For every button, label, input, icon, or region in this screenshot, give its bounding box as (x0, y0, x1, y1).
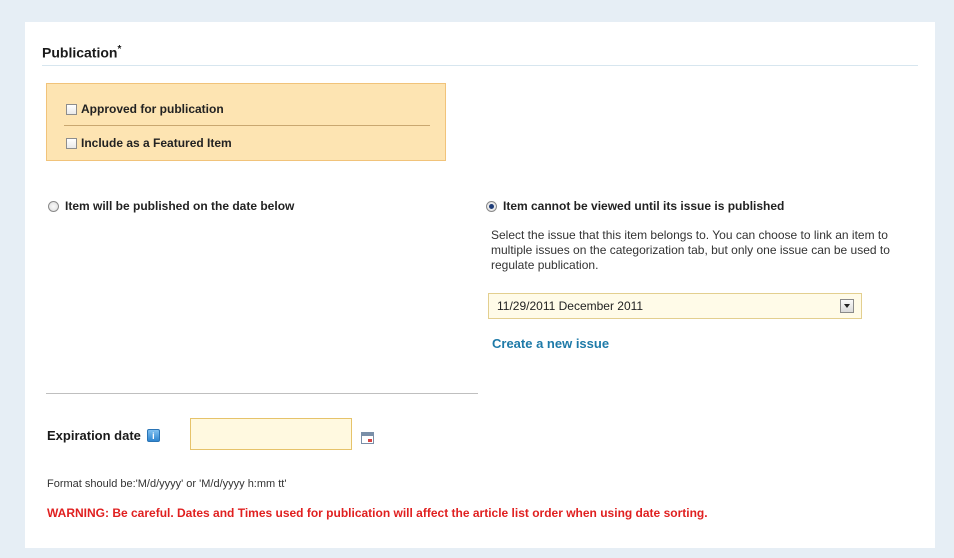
publish-by-issue-radio[interactable] (486, 200, 497, 212)
section-divider (42, 65, 918, 66)
publication-panel: Publication* Approved for publication In… (25, 22, 935, 548)
chevron-down-icon[interactable] (840, 299, 854, 313)
date-format-hint: Format should be:'M/d/yyyy' or 'M/d/yyyy… (47, 478, 287, 490)
publish-by-issue-radio-row[interactable]: Item cannot be viewed until its issue is… (486, 199, 784, 213)
expiration-date-input[interactable] (190, 418, 352, 450)
featured-checkbox-row[interactable]: Include as a Featured Item (66, 136, 232, 150)
info-icon[interactable]: i (146, 429, 160, 442)
section-title-text: Publication (42, 44, 118, 61)
issue-help-text: Select the issue that this item belongs … (491, 228, 890, 272)
approved-checkbox-row[interactable]: Approved for publication (66, 102, 224, 116)
publish-by-issue-label: Item cannot be viewed until its issue is… (503, 199, 785, 213)
expiration-divider (46, 393, 478, 394)
approved-label: Approved for publication (81, 102, 224, 116)
publish-by-date-label: Item will be published on the date below (65, 199, 295, 213)
create-new-issue-link[interactable]: Create a new issue (492, 336, 609, 351)
publication-options-box: Approved for publication Include as a Fe… (46, 83, 446, 161)
section-title: Publication* (42, 44, 121, 61)
publish-by-date-radio-row[interactable]: Item will be published on the date below (48, 199, 294, 213)
options-divider (64, 125, 430, 126)
issue-select[interactable]: 11/29/2011 December 2011 (488, 293, 862, 319)
warning-message: WARNING: Be careful. Dates and Times use… (47, 506, 708, 520)
required-mark: * (117, 44, 122, 55)
publish-by-date-radio[interactable] (48, 200, 59, 212)
issue-select-value: 11/29/2011 December 2011 (497, 299, 644, 313)
expiration-label-group: Expiration date i (47, 428, 160, 443)
featured-checkbox[interactable] (66, 137, 77, 149)
approved-checkbox[interactable] (66, 103, 77, 115)
featured-label: Include as a Featured Item (81, 136, 232, 150)
calendar-icon[interactable] (361, 432, 374, 444)
expiration-label: Expiration date (47, 428, 141, 443)
